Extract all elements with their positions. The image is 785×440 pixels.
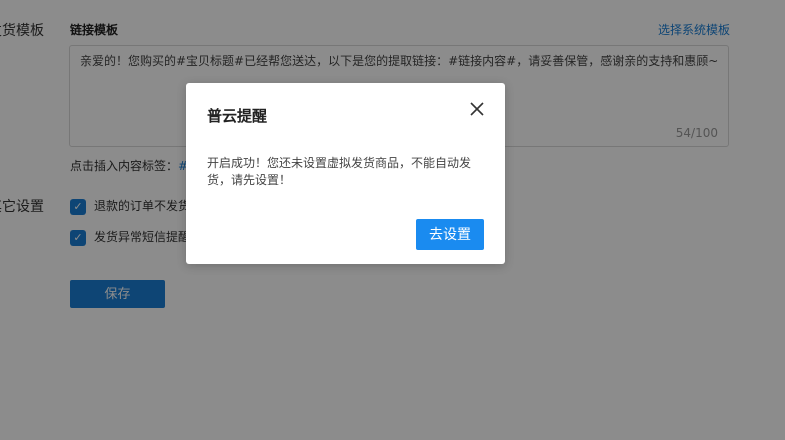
close-icon[interactable] (467, 99, 487, 119)
dialog-title: 普云提醒 (207, 107, 268, 125)
go-settings-button[interactable]: 去设置 (416, 219, 484, 250)
dialog-message: 开启成功！您还未设置虚拟发货商品，不能自动发货，请先设置！ (207, 156, 472, 187)
reminder-dialog: 普云提醒 开启成功！您还未设置虚拟发货商品，不能自动发货，请先设置！ 去设置 (186, 83, 505, 264)
